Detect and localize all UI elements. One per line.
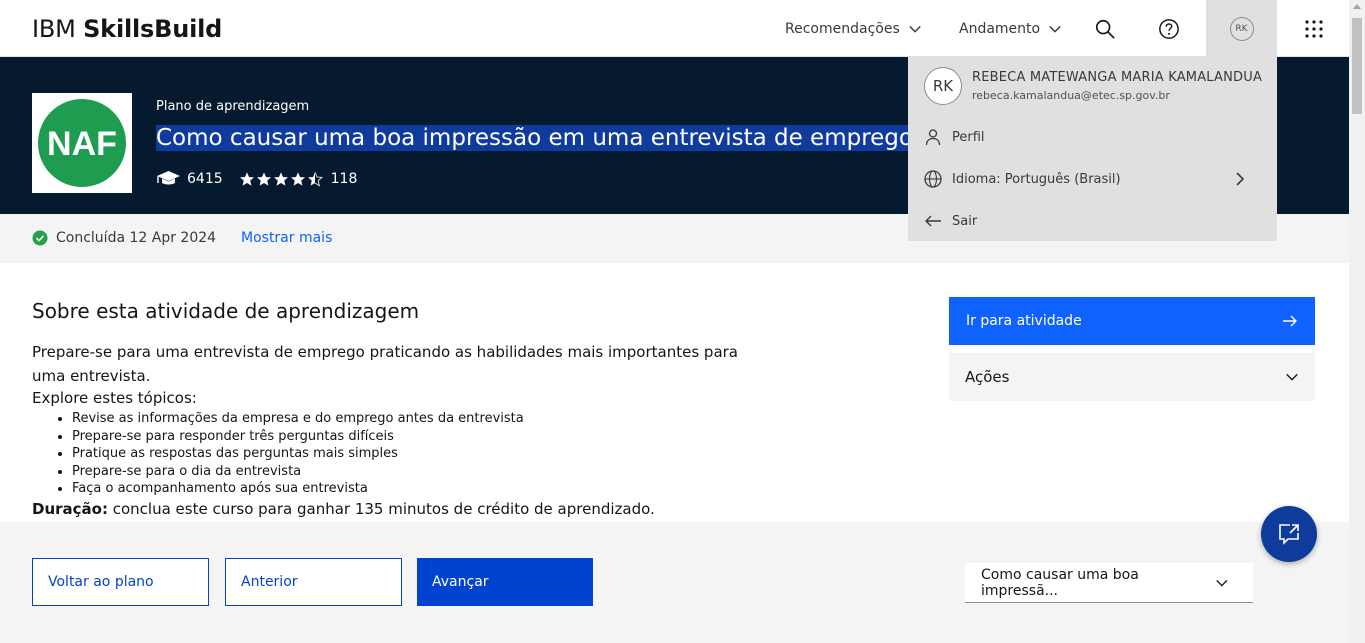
go-to-activity-label: Ir para atividade: [966, 313, 1082, 329]
list-item: Revise as informações da empresa e do em…: [72, 410, 524, 428]
content-type-label: Plano de aprendizagem: [156, 99, 310, 114]
chat-launch-icon: [1279, 524, 1299, 545]
page-title: Como causar uma boa impressão em uma ent…: [156, 125, 965, 151]
topics-list: Revise as informações da empresa e do em…: [72, 410, 524, 498]
arrow-right-icon: [1283, 315, 1297, 327]
completion-status: Concluída 12 Apr 2024: [32, 230, 216, 246]
list-item: Faça o acompanhamento após sua entrevist…: [72, 480, 524, 498]
rating-stars: [239, 171, 323, 187]
list-item: Pratique as respostas das perguntas mais…: [72, 445, 524, 463]
about-description: Prepare-se para uma entrevista de empreg…: [32, 343, 738, 385]
activity-select[interactable]: Como causar uma boa impressã...: [965, 563, 1253, 603]
chevron-down-icon: [908, 25, 921, 33]
actions-label: Ações: [965, 368, 1010, 386]
rating-count: 118: [330, 171, 358, 187]
brand-skillsbuild: SkillsBuild: [83, 15, 223, 43]
chevron-right-icon: [1236, 172, 1245, 186]
chat-button[interactable]: [1261, 506, 1317, 562]
avatar: RK: [1229, 16, 1254, 41]
user-avatar-button[interactable]: RK: [1206, 0, 1277, 57]
user-email: rebeca.kamalandua@etec.sp.gov.br: [972, 89, 1170, 102]
chevron-down-icon: [1049, 25, 1061, 33]
nav-andamento-label: Andamento: [959, 20, 1041, 37]
search-button[interactable]: [1073, 0, 1137, 57]
duration-value: conclua este curso para ganhar 135 minut…: [107, 500, 655, 518]
go-to-activity-button[interactable]: Ir para atividade: [949, 297, 1315, 345]
star-icon: [239, 172, 254, 186]
nav-andamento[interactable]: Andamento: [959, 0, 1062, 57]
arrow-left-icon: [925, 215, 941, 227]
menu-item-profile[interactable]: Perfil: [908, 117, 1277, 157]
top-header: IBM SkillsBuild Recomendações Andamento …: [0, 0, 1349, 57]
show-more-link[interactable]: Mostrar mais: [241, 230, 332, 246]
list-item: Prepare-se para responder três perguntas…: [72, 428, 524, 446]
menu-item-logout-label: Sair: [952, 213, 978, 229]
user-menu-dropdown: RK REBECA MATEWANGA MARIA KAMALANDUA reb…: [908, 57, 1277, 241]
provider-logo: NAF: [32, 93, 132, 193]
naf-logo-icon: NAF: [38, 99, 126, 187]
nav-recomendacoes-label: Recomendações: [785, 20, 900, 37]
checkmark-filled-icon: [32, 230, 48, 246]
help-button[interactable]: [1137, 0, 1201, 57]
star-icon: [290, 172, 305, 186]
page-title-text: Como causar uma boa impressão em uma ent…: [156, 125, 965, 151]
graduation-cap-icon: [157, 171, 180, 185]
menu-item-language-label: Idioma: Português (Brasil): [952, 171, 1121, 187]
star-half-icon: [307, 172, 323, 187]
actions-accordion[interactable]: Ações: [949, 353, 1315, 401]
course-stats: 6415 118: [156, 170, 357, 188]
back-to-plan-button[interactable]: Voltar ao plano: [32, 558, 209, 606]
activity-select-value: Como causar uma boa impressã...: [981, 566, 1139, 599]
brand-ibm: IBM: [32, 15, 76, 43]
user-icon: [925, 129, 941, 146]
chevron-down-icon: [1286, 373, 1298, 381]
previous-button[interactable]: Anterior: [225, 558, 402, 606]
duration-text: Duração: conclua este curso para ganhar …: [32, 500, 655, 518]
star-icon: [273, 172, 288, 186]
completion-date: Concluída 12 Apr 2024: [56, 230, 217, 246]
app-switcher-button[interactable]: [1282, 0, 1346, 57]
learners-count: 6415: [187, 171, 223, 187]
page-scrollbar[interactable]: [1349, 0, 1365, 643]
avatar: RK: [924, 67, 962, 105]
menu-item-profile-label: Perfil: [952, 129, 985, 145]
explore-heading: Explore estes tópicos:: [32, 389, 197, 407]
chevron-down-icon: [1216, 579, 1228, 587]
about-title: Sobre esta atividade de aprendizagem: [32, 299, 420, 323]
scroll-up-arrow[interactable]: [1353, 4, 1361, 9]
logo-text: NAF: [47, 125, 117, 163]
nav-recomendacoes[interactable]: Recomendações: [785, 0, 922, 57]
help-icon: [1159, 18, 1179, 39]
menu-item-logout[interactable]: Sair: [908, 201, 1277, 241]
duration-label: Duração:: [32, 500, 108, 518]
plan-navigation-footer: Voltar ao plano Anterior Avançar Como ca…: [0, 522, 1349, 643]
search-icon: [1095, 19, 1115, 39]
user-name: REBECA MATEWANGA MARIA KAMALANDUA: [972, 70, 1263, 85]
star-icon: [256, 172, 271, 186]
next-button[interactable]: Avançar: [417, 558, 593, 606]
menu-item-language[interactable]: Idioma: Português (Brasil): [908, 159, 1277, 199]
brand-logo[interactable]: IBM SkillsBuild: [32, 15, 222, 43]
list-item: Prepare-se para o dia da entrevista: [72, 463, 524, 481]
grid-icon: [1305, 19, 1323, 38]
globe-icon: [924, 170, 942, 188]
scrollbar-thumb[interactable]: [1352, 18, 1362, 114]
